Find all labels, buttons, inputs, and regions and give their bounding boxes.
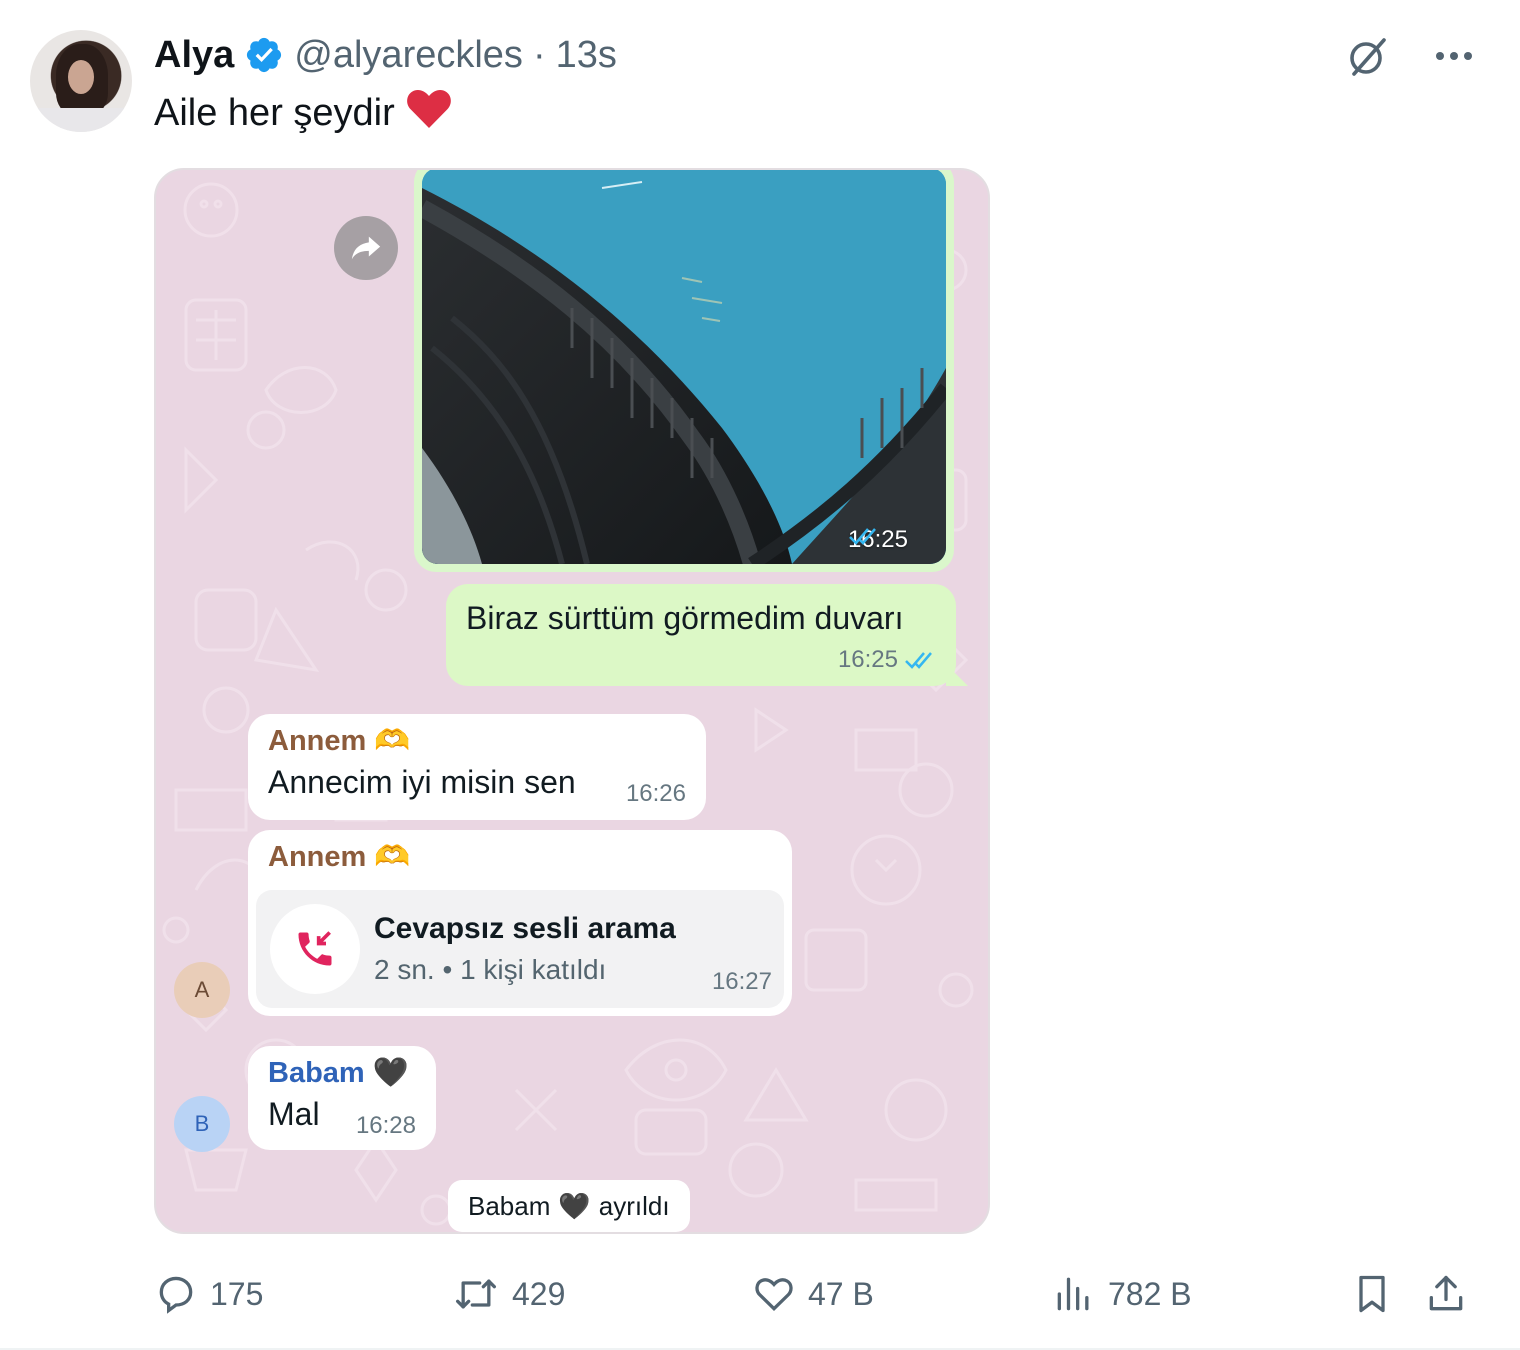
car-scratch-photo [422,170,946,564]
heart-hands-emoji: 🫶 [374,725,411,757]
sender-name: Annem [268,840,367,873]
tweet-text: Aile her şeydir [154,86,453,140]
message-text: Annecim iyi misin sen [268,764,576,800]
incoming-call-annem[interactable]: Annem 🫶 Cevapsız sesli arama 2 sn. • 1 k… [248,830,792,1016]
read-ticks-icon [905,652,932,669]
heart-emoji [405,86,453,140]
forward-arrow-icon [351,236,381,260]
call-title: Cevapsız sesli arama [374,912,676,945]
tweet-actions: 175 429 47 B 782 B [154,1264,1474,1324]
reply-button[interactable]: 175 [154,1264,263,1324]
message-time: 16:26 [625,780,686,807]
sender-name-annem: Annem 🫶 [268,840,772,874]
image-message-meta: 16:25 [848,526,908,554]
incoming-message-annem-1[interactable]: Annem 🫶 Annecim iyi misin sen 16:26 [248,714,706,820]
message-time: 16:27 [711,968,772,995]
reply-count: 175 [210,1275,264,1312]
black-heart-emoji: 🖤 [372,1057,409,1089]
like-count: 47 B [808,1275,874,1312]
incoming-message-babam[interactable]: Babam 🖤 Mal 16:28 [248,1046,436,1150]
share-button[interactable] [1424,1264,1468,1324]
views-chart-icon [1057,1277,1089,1311]
tweet-top-actions [1342,30,1480,82]
outgoing-message-meta: 16:25 [838,646,938,674]
more-options-icon[interactable] [1428,30,1480,82]
repost-count: 429 [512,1275,566,1312]
author-avatar[interactable] [30,30,132,132]
missed-call-icon [270,904,360,994]
repost-button[interactable]: 429 [452,1264,565,1324]
call-detail: 2 sn. • 1 kişi katıldı [374,954,607,985]
missed-call-card[interactable]: Cevapsız sesli arama 2 sn. • 1 kişi katı… [256,890,784,1008]
grok-icon[interactable] [1342,30,1394,82]
tweet-time[interactable]: 13s [556,34,617,77]
tweet-body: Aile her şeydir [154,91,395,134]
sender-name-annem: Annem 🫶 [268,724,686,758]
author-handle[interactable]: @alyareckles [294,34,523,77]
system-name: Babam [468,1190,551,1221]
share-icon [1429,1275,1463,1311]
black-heart-emoji: 🖤 [558,1190,591,1221]
bubble-tail [946,664,968,686]
read-ticks-icon [849,528,876,545]
avatar-annem[interactable]: A [174,962,230,1018]
image-message[interactable]: 16:25 [414,170,954,572]
bookmark-icon [1359,1275,1385,1313]
reply-icon [159,1276,193,1314]
outgoing-message-time: 16:25 [837,646,898,673]
like-button[interactable]: 47 B [752,1264,874,1324]
outgoing-message[interactable]: Biraz sürttüm görmedim duvarı 16:25 [446,584,968,686]
outgoing-message-text: Biraz sürttüm görmedim duvarı [466,600,904,636]
sender-name-babam: Babam 🖤 [268,1056,416,1090]
views-count: 782 B [1108,1275,1192,1312]
verified-badge-icon [247,37,282,73]
heart-hands-emoji: 🫶 [374,841,411,873]
avatar-babam[interactable]: B [174,1096,230,1152]
sender-name: Annem [268,724,367,757]
sender-name: Babam [268,1056,365,1089]
system-text: ayrıldı [598,1190,670,1221]
message-time: 16:28 [355,1112,416,1139]
author-name[interactable]: Alya [154,34,234,77]
repost-icon [456,1279,496,1309]
tweet-media-screenshot[interactable]: 16:25 Biraz sürttüm görmedim duvarı 16:2… [154,168,990,1234]
tweet: Alya @alyareckles · 13s Aile her şeydir [0,0,1520,1350]
views-button[interactable]: 782 B [1052,1264,1192,1324]
separator: · [532,33,546,76]
heart-icon [755,1278,793,1311]
forward-button[interactable] [334,216,398,280]
tweet-header: Alya @alyareckles · 13s [154,32,617,78]
bookmark-button[interactable] [1350,1264,1394,1324]
car-photo[interactable]: 16:25 [422,170,946,564]
system-message-left: Babam 🖤 ayrıldı [448,1180,690,1232]
